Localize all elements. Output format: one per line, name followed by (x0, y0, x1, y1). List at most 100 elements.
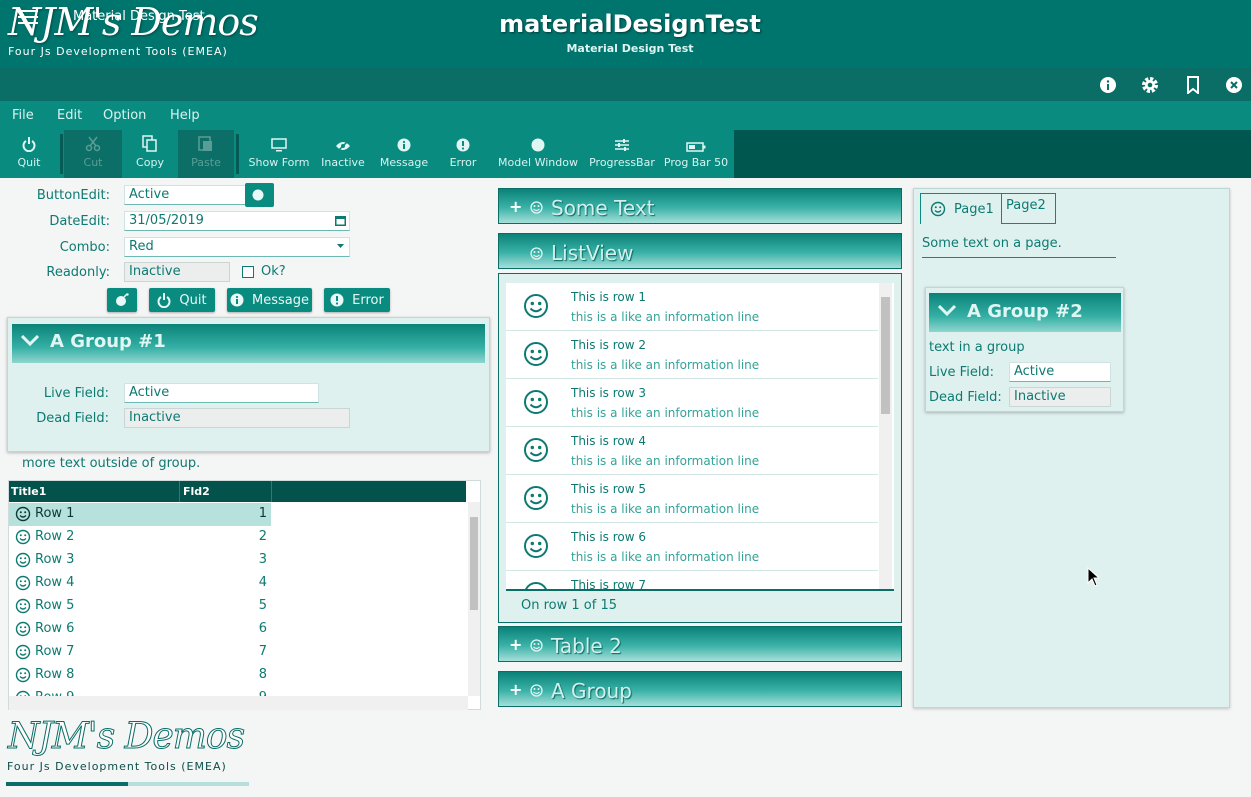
toolbar-model-window-button[interactable]: Model Window (490, 130, 586, 178)
group-2-dead-field: Inactive (1009, 387, 1111, 407)
smiley-icon (15, 598, 31, 614)
table-row[interactable]: Row 6 6 (9, 618, 271, 641)
hamburger-menu-icon[interactable] (18, 9, 38, 25)
cell-fld2: 6 (258, 621, 267, 636)
column-header-empty (271, 481, 466, 502)
smiley-icon (15, 644, 31, 660)
footer-logo-title: NJM's Demos (7, 716, 245, 758)
group-2-live-field[interactable]: Active (1009, 362, 1111, 382)
toolbar-inactive-button[interactable]: Inactive (314, 130, 372, 178)
gear-icon[interactable] (1141, 76, 1159, 94)
table-row[interactable]: Row 7 7 (9, 641, 271, 664)
table-row[interactable]: Row 5 5 (9, 595, 271, 618)
logo-subtitle: Four Js Development Tools (EMEA) (8, 45, 228, 58)
toolbar-filler (734, 130, 1251, 178)
column-header-fld2[interactable]: Fld2 (179, 481, 271, 502)
cell-title1: Row 5 (35, 598, 75, 613)
toolbar-progressbar-button[interactable]: ProgressBar (586, 130, 658, 178)
smiley-icon (15, 552, 31, 568)
panel-some-text-header[interactable]: Some Text (498, 188, 902, 224)
list-item-title: This is row 3 (571, 386, 647, 400)
toolbar-prog-bar-50-button[interactable]: Prog Bar 50 (658, 130, 734, 178)
smiley-icon (523, 533, 549, 559)
table-horizontal-scrollbar[interactable] (9, 696, 468, 710)
smiley-icon (530, 639, 543, 652)
chevron-down-icon[interactable] (21, 335, 39, 347)
buttonedit-field[interactable]: Active (124, 185, 246, 205)
sliders-icon (586, 130, 658, 152)
list-item-title: This is row 4 (571, 434, 647, 448)
buttonedit-button[interactable] (245, 183, 274, 207)
readonly-field: Inactive (124, 262, 230, 282)
toolbar-error-button[interactable]: Error (436, 130, 490, 178)
list-vertical-scrollbar[interactable] (879, 283, 892, 589)
list-item[interactable]: This is row 6 this is a like an informati… (506, 523, 878, 571)
menu-file[interactable]: File (12, 108, 34, 123)
chevron-down-icon[interactable] (337, 244, 344, 249)
column-header-title1[interactable]: Title1 (9, 481, 179, 502)
list-item-info: this is a like an information line (571, 502, 760, 516)
table-row[interactable]: Row 1 1 (9, 503, 271, 526)
alert-icon (330, 293, 344, 307)
power-icon (0, 130, 58, 152)
tab-page2[interactable]: Page2 (1002, 193, 1056, 224)
panel-table2-header[interactable]: Table 2 (498, 626, 902, 662)
page-text: Some text on a page. (922, 236, 1116, 258)
bomb-button[interactable] (107, 288, 137, 312)
list-item[interactable]: This is row 7 (506, 571, 878, 589)
list-item[interactable]: This is row 1 this is a like an informati… (506, 283, 878, 331)
info-icon (372, 130, 436, 152)
panel-a-group-header[interactable]: A Group (498, 671, 902, 707)
battery-icon (658, 130, 734, 152)
combo-field[interactable]: Red (124, 237, 350, 257)
tab-page1[interactable]: Page1 (920, 193, 1002, 224)
list-item[interactable]: This is row 4 this is a like an informati… (506, 427, 878, 475)
toolbar-paste-button[interactable]: Paste (178, 130, 234, 178)
quit-button[interactable]: Quit (149, 288, 215, 312)
list-item-title: This is row 5 (571, 482, 647, 496)
toolbar-separator (60, 134, 63, 174)
list-item[interactable]: This is row 3 this is a like an informati… (506, 379, 878, 427)
list-item-info: this is a like an information line (571, 310, 760, 324)
table-row[interactable]: Row 4 4 (9, 572, 271, 595)
cell-fld2: 3 (258, 552, 267, 567)
scissors-icon (64, 130, 122, 152)
footer-bar (6, 782, 249, 786)
list-item[interactable]: This is row 2 this is a like an informati… (506, 331, 878, 379)
toolbar-show-form-button[interactable]: Show Form (244, 130, 314, 178)
live-field[interactable]: Active (124, 383, 319, 403)
menu-edit[interactable]: Edit (57, 108, 82, 123)
table-row[interactable]: Row 8 8 (9, 664, 271, 687)
menu-help[interactable]: Help (170, 108, 200, 123)
cell-title1: Row 4 (35, 575, 75, 590)
menu-option[interactable]: Option (103, 108, 146, 123)
error-button[interactable]: Error (324, 288, 390, 312)
chevron-down-icon[interactable] (938, 305, 956, 317)
calendar-icon[interactable] (335, 215, 346, 226)
dead-field: Inactive (124, 408, 350, 428)
message-button[interactable]: Message (227, 288, 312, 312)
toolbar-cut-button[interactable]: Cut (64, 130, 122, 178)
table-vertical-scrollbar[interactable] (468, 502, 480, 696)
panel-listview-header[interactable]: ListView (498, 233, 902, 269)
toolbar-copy-button[interactable]: Copy (122, 130, 178, 178)
table-row[interactable]: Row 3 3 (9, 549, 271, 572)
group-2-dead-label: Dead Field: (929, 390, 1002, 405)
list-item[interactable]: This is row 5 this is a like an informati… (506, 475, 878, 523)
circle-icon (490, 130, 586, 152)
group-2-text: text in a group (929, 340, 1025, 355)
dateedit-field[interactable]: 31/05/2019 (124, 211, 350, 231)
group-2-header[interactable]: A Group #2 (929, 293, 1121, 332)
smiley-icon (15, 667, 31, 683)
close-icon[interactable] (1225, 76, 1243, 94)
info-icon[interactable] (1099, 76, 1117, 94)
toolbar-quit-button[interactable]: Quit (0, 130, 58, 178)
mouse-cursor-icon (1087, 567, 1099, 587)
ok-checkbox[interactable] (242, 266, 254, 278)
bookmark-icon[interactable] (1184, 76, 1202, 94)
group-2-live-label: Live Field: (929, 365, 995, 380)
toolbar-message-button[interactable]: Message (372, 130, 436, 178)
table-row[interactable]: Row 2 2 (9, 526, 271, 549)
smiley-icon (530, 247, 543, 260)
group-1-header[interactable]: A Group #1 (12, 324, 485, 363)
